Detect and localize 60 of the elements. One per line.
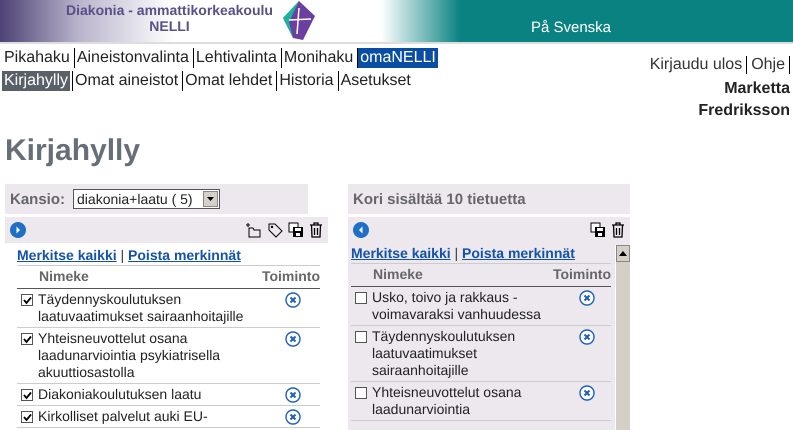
scroll-up-arrow-icon[interactable]: [619, 251, 627, 256]
unmark-link[interactable]: Poista merkinnät: [462, 245, 575, 261]
new-folder-icon[interactable]: [244, 222, 262, 238]
user-link[interactable]: Kirjaudu ulos: [646, 56, 748, 74]
page-title: Kirjahylly: [5, 134, 142, 169]
remove-icon[interactable]: [579, 290, 595, 306]
nav-tab[interactable]: Lehtivalinta: [192, 48, 279, 68]
column-header: Nimeke: [373, 266, 423, 282]
remove-icon[interactable]: [285, 387, 301, 403]
remove-icon[interactable]: [579, 329, 595, 345]
record-title: Kirkolliset palvelut auki EU-: [38, 408, 209, 425]
save-icon[interactable]: [590, 222, 606, 238]
record-title: Yhteisneuvottelut osana laadunarviointia psykiatrisella akuuttiosastolla: [38, 330, 222, 381]
separator: |: [120, 247, 124, 263]
checkbox[interactable]: [21, 294, 33, 306]
checkbox[interactable]: [21, 389, 33, 401]
nav-tab[interactable]: Omat lehdet: [182, 71, 274, 91]
nav-tab[interactable]: Asetukset: [338, 71, 413, 91]
remove-icon[interactable]: [285, 331, 301, 347]
remove-icon[interactable]: [285, 409, 301, 425]
save-icon[interactable]: [288, 222, 304, 238]
scrollbar[interactable]: [615, 245, 630, 430]
language-link[interactable]: På Svenska: [530, 19, 611, 36]
mark-all-link[interactable]: Merkitse kaikki: [351, 245, 451, 261]
unmark-link[interactable]: Poista merkinnät: [128, 247, 241, 263]
folder-select[interactable]: diakonia+laatu ( 5): [73, 189, 220, 209]
service-name: NELLI: [149, 18, 190, 34]
record-title: Yhteisneuvottelut osana laadunarviointia: [372, 384, 522, 418]
nav-tab[interactable]: Kirjahylly: [2, 71, 70, 91]
record-title: Täydennyskoulutuksen laatuvaatimukset sairaanhoitajille: [38, 291, 244, 325]
tag-icon[interactable]: [267, 222, 283, 238]
nav-tab[interactable]: Pikahaku: [2, 48, 72, 68]
nav-tab[interactable]: Omat aineistot: [72, 71, 180, 91]
record-title: Usko, toivo ja rakkaus - voimavaraksi vanhuudessa: [372, 289, 542, 323]
dropdown-arrow-icon: [206, 197, 214, 201]
folder-label: Kansio:: [10, 190, 66, 208]
checkbox[interactable]: [21, 333, 33, 345]
nav-tab[interactable]: Monihaku: [280, 48, 356, 68]
nav-tab[interactable]: Historia: [276, 71, 336, 91]
checkbox[interactable]: [355, 387, 367, 399]
checkbox[interactable]: [21, 411, 33, 423]
remove-icon[interactable]: [285, 292, 301, 308]
record-title: Täydennyskoulutuksen laatuvaatimukset sairaanhoitajille: [372, 328, 516, 379]
checkbox[interactable]: [355, 331, 367, 343]
basket-count: Kori sisältää 10 tietuetta: [353, 190, 526, 208]
remove-icon[interactable]: [579, 385, 595, 401]
nav-tab[interactable]: omaNELLI: [357, 48, 438, 68]
column-header: Toiminto: [262, 268, 320, 284]
record-title: Diakoniakoulutuksen laatu: [38, 386, 202, 403]
nav-tab[interactable]: Aineistonvalinta: [74, 48, 191, 68]
column-header: Toiminto: [552, 266, 611, 282]
user-link[interactable]: Ohje: [747, 56, 790, 74]
checkbox[interactable]: [355, 292, 367, 304]
separator: |: [454, 245, 458, 261]
trash-icon[interactable]: [309, 222, 323, 238]
column-header: Nimeke: [39, 268, 89, 284]
school-name: Diakonia - ammattikorkeakoulu: [66, 2, 273, 18]
user-name: Marketta Fredriksson: [697, 79, 790, 121]
mark-all-link[interactable]: Merkitse kaikki: [17, 247, 117, 263]
trash-icon[interactable]: [611, 222, 625, 238]
